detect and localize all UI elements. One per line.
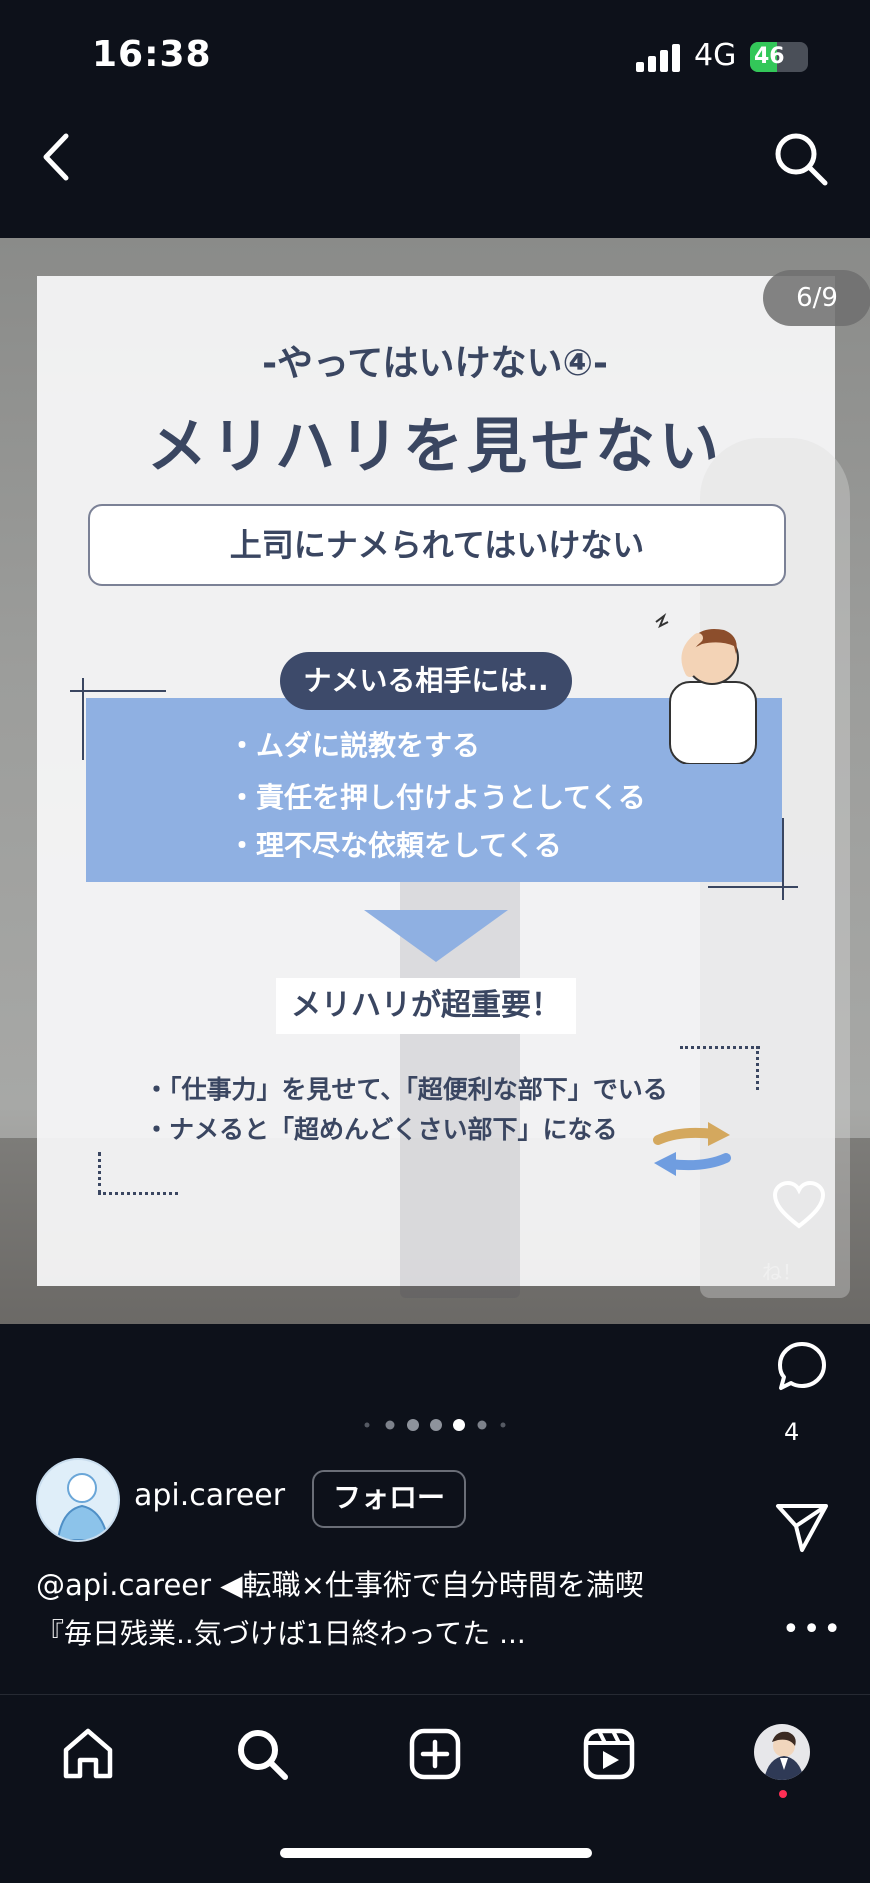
username[interactable]: api.career (134, 1478, 285, 1513)
bullet-1: ・ムダに説教をする (228, 729, 481, 762)
avatar[interactable] (36, 1458, 120, 1542)
emphasis-label: メリハリが超重要！ (276, 978, 576, 1034)
signal-icon (636, 44, 680, 72)
notification-dot (779, 1790, 787, 1798)
slide-subheading-box: 上司にナメられてはいけない (88, 504, 786, 586)
comment-count: 4 (784, 1418, 800, 1446)
caption-line-2[interactable]: 『毎日残業..気づけば1日終わってた ... (36, 1612, 526, 1652)
reels-icon[interactable] (581, 1726, 637, 1782)
share-icon[interactable] (774, 1500, 830, 1554)
dotted-corner (98, 1152, 101, 1194)
bullet-2: ・責任を押し付けようとしてくる (228, 781, 646, 814)
status-time: 16:38 (92, 34, 212, 75)
slide-counter: 6/9 (763, 270, 870, 326)
corner-mark (70, 690, 166, 692)
corner-mark (82, 678, 84, 760)
back-icon[interactable] (36, 130, 76, 184)
dotted-corner (98, 1192, 178, 1195)
heart-icon[interactable] (772, 1180, 826, 1230)
corner-mark (708, 886, 798, 888)
dotted-corner (680, 1046, 760, 1049)
bullet-3: ・理不尽な依頼をしてくる (228, 829, 562, 862)
home-indicator (280, 1848, 592, 1858)
slide-title: メリハリを見せない (147, 412, 723, 482)
search-icon[interactable] (772, 130, 830, 188)
detail-line-1: ・「仕事力」を見せて、「超便利な部下」でいる (144, 1075, 668, 1104)
worried-man-illustration (655, 613, 757, 764)
corner-mark (782, 818, 784, 900)
more-icon[interactable]: ••• (782, 1612, 844, 1647)
network-label: 4G (694, 38, 737, 73)
comment-icon[interactable] (776, 1340, 828, 1392)
carousel-dots (364, 1419, 506, 1431)
battery-icon: 46 (750, 42, 808, 72)
follow-button[interactable]: フォロー (312, 1470, 466, 1528)
explore-icon[interactable] (234, 1726, 290, 1782)
down-arrow-shape (364, 910, 508, 962)
slide-pill-label: ナメいる相手には.. (280, 652, 572, 710)
profile-icon[interactable] (754, 1724, 810, 1780)
home-icon[interactable] (60, 1726, 116, 1782)
caption-line-1[interactable]: @api.career ◀転職×仕事術で自分時間を満喫 (36, 1562, 644, 1604)
slide-subtitle: -やってはいけない④- (262, 343, 608, 384)
like-label: ね！ (762, 1260, 802, 1284)
battery-level: 46 (754, 44, 785, 69)
dotted-corner (756, 1046, 759, 1090)
create-icon[interactable] (407, 1726, 463, 1782)
exchange-arrows-icon (653, 1122, 731, 1176)
detail-line-2: ・ナメると「超めんどくさい部下」になる (144, 1115, 618, 1144)
